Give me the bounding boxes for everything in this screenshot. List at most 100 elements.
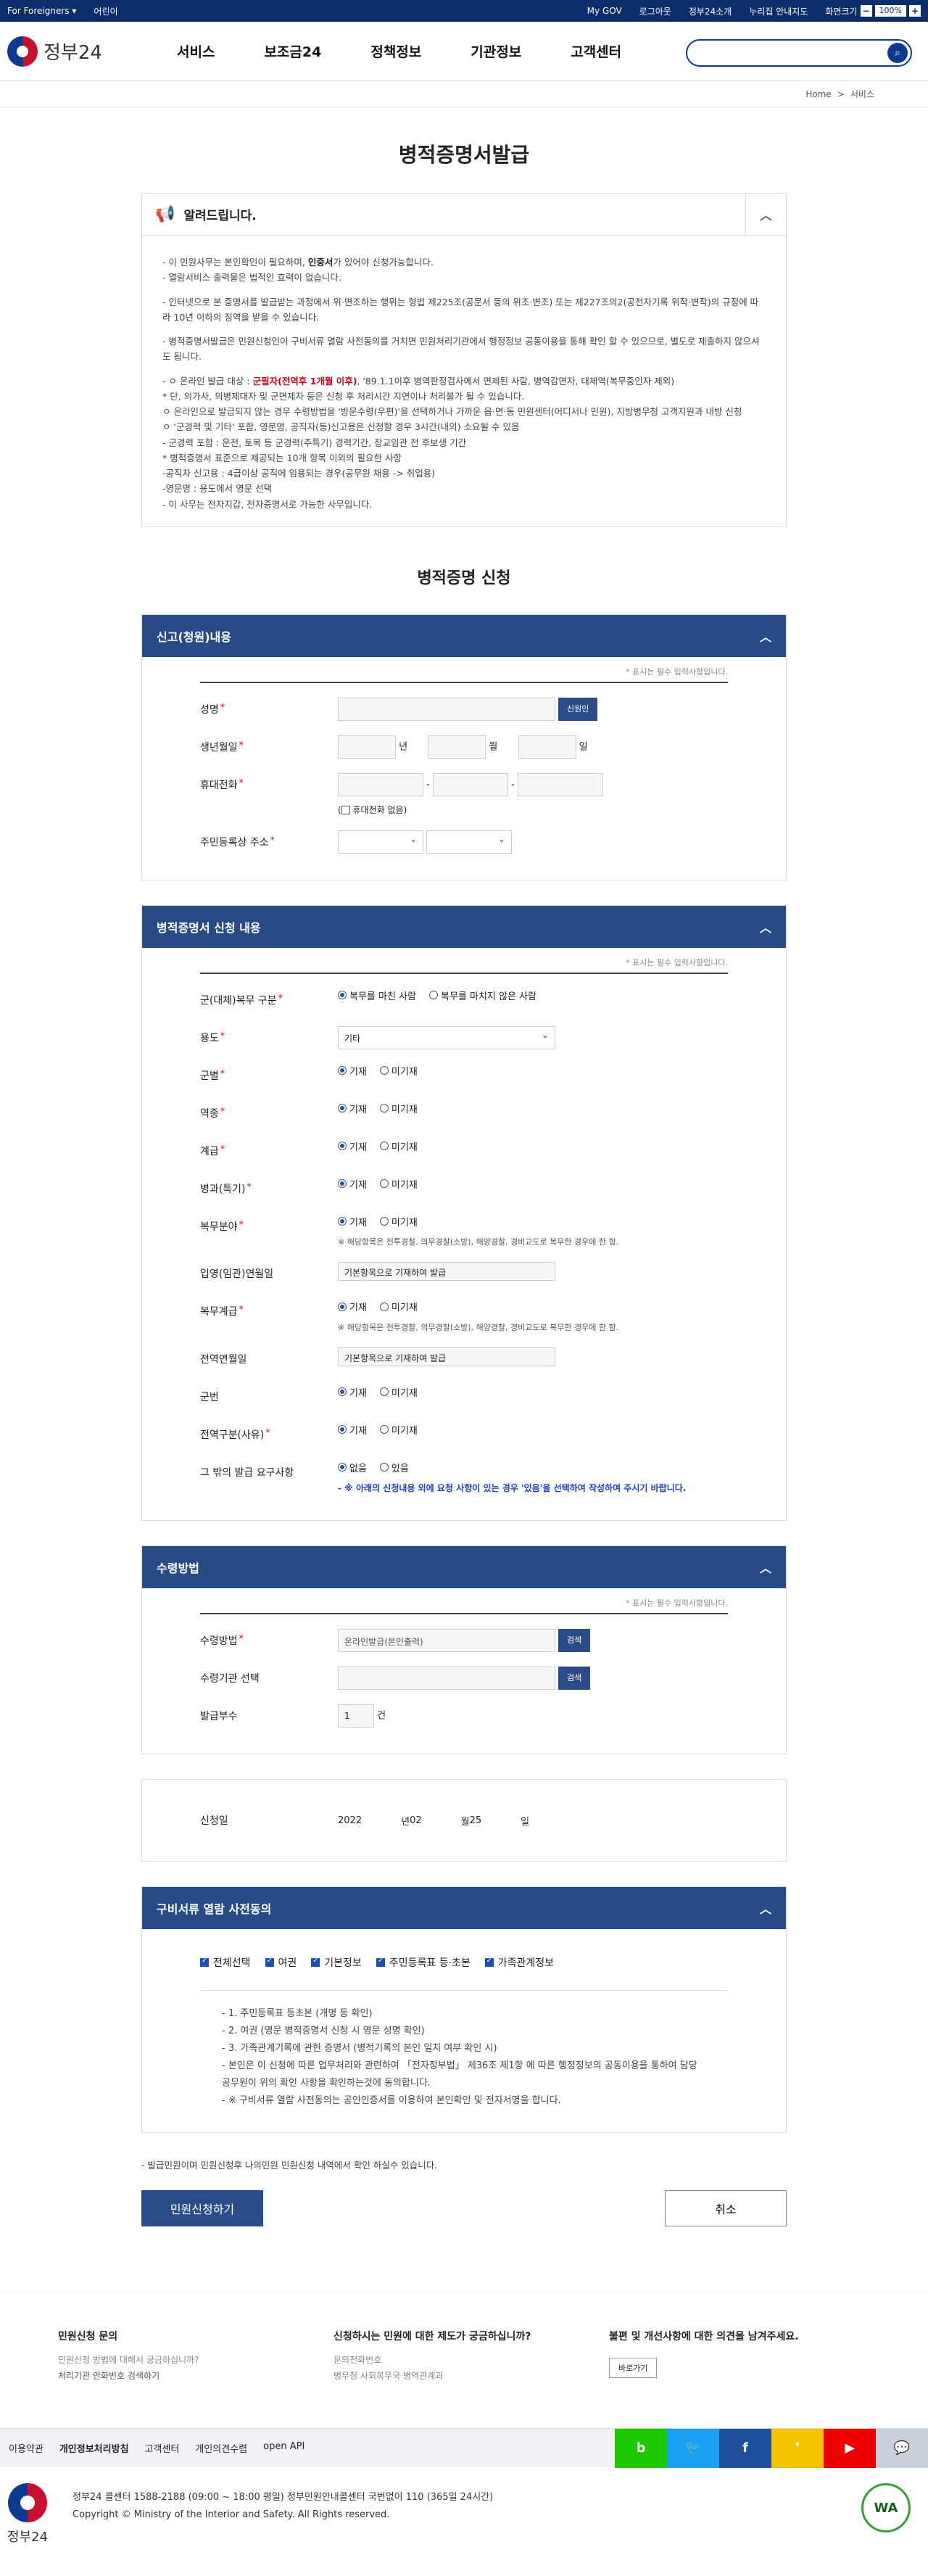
radio-first[interactable]: 기재	[338, 1385, 367, 1399]
check-basic-info[interactable]: 기본정보	[311, 1955, 362, 1970]
request-row: 복무분야 * 기재 미기재 ※ 해당항목은 전투경찰, 의무경찰(소방), 해양경찰, …	[200, 1208, 728, 1255]
receipt-org-search-button[interactable]: 검색	[558, 1667, 591, 1690]
nav-support[interactable]: 고객센터	[571, 41, 621, 61]
collapse-chevron-icon[interactable]: ︿	[745, 194, 786, 235]
kids-link[interactable]: 어린이	[94, 5, 117, 17]
social-links: b 🐦 f ❜ ▶ 💬	[615, 2428, 928, 2468]
twitter-icon[interactable]: 🐦	[667, 2428, 719, 2468]
radio-first[interactable]: 기재	[338, 1423, 367, 1437]
radio-second[interactable]: 복무를 마치지 않은 사람	[429, 988, 536, 1002]
collapse-chevron-icon[interactable]: ︿	[760, 627, 771, 645]
agency-phone-search-link[interactable]: 처리기관 안화번호 검색하기	[58, 2368, 319, 2385]
radio-second[interactable]: 있음	[379, 1461, 409, 1474]
nav-subsidy[interactable]: 보조금24	[264, 41, 321, 61]
nav-service[interactable]: 서비스	[177, 41, 215, 61]
verify-button[interactable]: 신원인	[558, 697, 598, 721]
youtube-icon[interactable]: ▶	[824, 2428, 876, 2468]
facebook-icon[interactable]: f	[719, 2428, 771, 2468]
openapi-link[interactable]: open API	[263, 2441, 304, 2455]
request-row: 전역구분(사유) * 기재 미기재	[200, 1416, 728, 1453]
foot-note: - 발급민원이며 민원신청후 나의민원 민원신청 내역에서 확인 하실수 있습니…	[141, 2159, 438, 2171]
support-link[interactable]: 고객센터	[145, 2441, 180, 2455]
radio-second[interactable]: 미기재	[379, 1139, 418, 1153]
fixed-field: 기본항목으로 기재하여 발급	[338, 1262, 555, 1281]
radio-second[interactable]: 미기재	[379, 1300, 418, 1313]
radio-second[interactable]: 미기재	[379, 1423, 418, 1437]
logout-link[interactable]: 로그아웃	[639, 5, 671, 17]
request-row: 그 밖의 발급 요구사항 없음 있음 - ※ 아래의 신청내용 외에 요청 사항이 있…	[200, 1453, 728, 1502]
feedback-button[interactable]: 바로가기	[609, 2357, 658, 2378]
zoom-out-button[interactable]: −	[860, 5, 872, 17]
main-nav: 서비스 보조금24 정책정보 기관정보 고객센터	[177, 41, 621, 61]
foreigners-link[interactable]: For Foreigners ▾	[7, 6, 76, 16]
radio-first[interactable]: 없음	[338, 1461, 367, 1474]
opinion-link[interactable]: 개인의견수렴	[195, 2441, 247, 2455]
check-passport[interactable]: 여권	[265, 1955, 297, 1970]
phone-1-input[interactable]	[338, 772, 423, 796]
request-row: 계급 * 기재 미기재	[200, 1132, 728, 1170]
submit-button[interactable]: 민원신청하기	[141, 2189, 263, 2226]
search-icon[interactable]: ⌕	[887, 43, 908, 63]
breadcrumb-current[interactable]: 서비스	[850, 88, 874, 100]
search-input[interactable]	[697, 41, 886, 65]
radio-second[interactable]: 미기재	[379, 1177, 418, 1191]
cancel-button[interactable]: 취소	[665, 2189, 787, 2226]
birth-month-input[interactable]	[428, 735, 486, 759]
no-phone-checkbox[interactable]: ( 휴대전화 없음)	[338, 805, 407, 815]
radio-second[interactable]: 미기재	[379, 1385, 418, 1399]
collapse-chevron-icon[interactable]: ︿	[760, 918, 771, 936]
radio-first[interactable]: 기재	[338, 1064, 367, 1078]
addr-sido-select[interactable]	[338, 830, 423, 854]
nav-policy[interactable]: 정책정보	[370, 41, 421, 61]
radio-first[interactable]: 기재	[338, 1215, 367, 1229]
check-all[interactable]: 전체선택	[200, 1955, 251, 1970]
receipt-org-field	[338, 1667, 555, 1690]
breadcrumb-home[interactable]: Home	[805, 89, 831, 99]
check-family-info[interactable]: 가족관계정보	[484, 1955, 554, 1970]
row-note: - ※ 아래의 신청내용 외에 요청 사항이 있는 경우 '있음'을 선택하여 …	[338, 1483, 687, 1494]
collapse-chevron-icon[interactable]: ︿	[760, 1559, 771, 1576]
chat-icon[interactable]: 💬	[876, 2428, 928, 2468]
help-inquiry: 민원신청 문의 민원신청 방법에 대해서 궁금하십니까? 처리기관 안화번호 검…	[58, 2329, 319, 2385]
radio-second[interactable]: 미기재	[379, 1064, 418, 1078]
receipt-method-search-button[interactable]: 검색	[558, 1629, 591, 1653]
mygov-link[interactable]: My GOV	[587, 6, 622, 16]
request-row: 군번 기재 미기재	[200, 1378, 728, 1416]
birth-year-input[interactable]	[338, 735, 396, 759]
apply-title: 병적증명 신청	[417, 569, 511, 587]
purpose-select[interactable]: 기타	[338, 1025, 555, 1049]
about-link[interactable]: 정부24소개	[689, 5, 732, 17]
section-receipt: 수령방법 ︿ * 표시는 필수 입력사항입니다. 수령방법 * 온라인발급(본인출력…	[141, 1545, 787, 1755]
radio-second[interactable]: 미기재	[379, 1102, 418, 1115]
phone-3-input[interactable]	[517, 772, 603, 796]
request-row: 역종 * 기재 미기재	[200, 1094, 728, 1132]
request-row: 군(대체)복무 구분 * 복무를 마친 사람 복무를 마치지 않은 사람	[200, 981, 728, 1019]
sitemap-link[interactable]: 누리집 안내지도	[749, 5, 808, 17]
copies-input[interactable]: 1	[338, 1704, 374, 1728]
phone-2-input[interactable]	[432, 772, 508, 796]
blog-icon[interactable]: b	[615, 2428, 667, 2468]
request-row: 용도 * 기타	[200, 1019, 728, 1057]
zoom-in-button[interactable]: +	[909, 5, 921, 17]
taegeuk-logo-icon	[8, 2483, 48, 2523]
radio-first[interactable]: 기재	[338, 1139, 367, 1153]
site-logo[interactable]: 정부24	[7, 36, 145, 67]
check-resident-record[interactable]: 주민등록표 등·초본	[376, 1955, 471, 1970]
row-note: ※ 해당항목은 전투경찰, 의무경찰(소방), 해양경찰, 경비교도로 복무한 …	[338, 1237, 619, 1247]
request-row: 입영(임관)연월일 기본항목으로 기재하여 발급	[200, 1255, 728, 1292]
name-input[interactable]	[338, 697, 555, 721]
radio-second[interactable]: 미기재	[379, 1215, 418, 1229]
birth-day-input[interactable]	[518, 735, 576, 759]
radio-first[interactable]: 복무를 마친 사람	[338, 988, 416, 1002]
privacy-link[interactable]: 개인정보처리방침	[59, 2441, 129, 2455]
section-date: 신청일 2022 년 02 월 25 일	[141, 1779, 787, 1862]
nav-agency[interactable]: 기관정보	[471, 41, 521, 61]
radio-first[interactable]: 기재	[338, 1102, 367, 1115]
terms-link[interactable]: 이용약관	[9, 2441, 44, 2455]
collapse-chevron-icon[interactable]: ︿	[760, 1899, 771, 1917]
taegeuk-logo-icon	[7, 36, 38, 67]
kakao-icon[interactable]: ❜	[771, 2428, 824, 2468]
radio-first[interactable]: 기재	[338, 1300, 367, 1313]
radio-first[interactable]: 기재	[338, 1177, 367, 1191]
addr-sigungu-select[interactable]	[426, 830, 513, 854]
